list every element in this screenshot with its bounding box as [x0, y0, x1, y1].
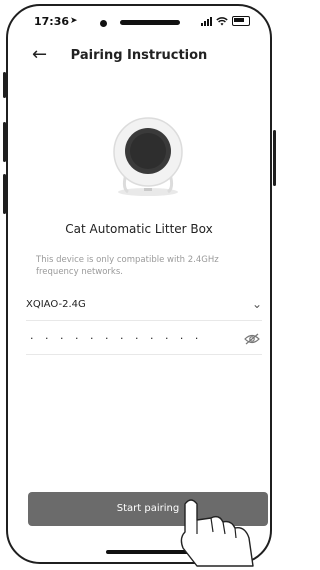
phone-mockup: 17:36 ➤ ← Pairing Instruction Cat Automa…: [0, 0, 280, 570]
password-masked-value: · · · · · · · · · · · ·: [30, 332, 203, 345]
wifi-icon: [216, 16, 228, 25]
front-camera: [100, 20, 107, 27]
status-bar: 17:36 ➤: [8, 6, 270, 38]
compatibility-hint: This device is only compatible with 2.4G…: [36, 255, 219, 277]
device-name: Cat Automatic Litter Box: [65, 222, 213, 236]
page-title: Pairing Instruction: [70, 48, 208, 63]
status-icons: [201, 16, 250, 26]
app-screen: 17:36 ➤ ← Pairing Instruction Cat Automa…: [8, 6, 270, 562]
status-time: 17:36: [34, 15, 70, 28]
tapping-hand-icon: [180, 499, 254, 567]
phone-frame: 17:36 ➤ ← Pairing Instruction Cat Automa…: [6, 4, 272, 564]
wifi-network-name: XQIAO-2.4G: [26, 299, 86, 310]
wifi-network-select[interactable]: XQIAO-2.4G ⌄: [26, 292, 262, 321]
location-arrow-icon: ➤: [70, 16, 78, 26]
cellular-signal-icon: [201, 16, 212, 26]
page-header: ← Pairing Instruction: [8, 44, 270, 70]
chevron-down-icon[interactable]: ⌄: [252, 297, 262, 311]
earpiece-speaker: [120, 20, 180, 25]
eye-off-icon[interactable]: [244, 333, 260, 345]
battery-icon: [232, 16, 250, 26]
litter-box-device-icon: [113, 117, 183, 196]
phone-power-button: [273, 130, 276, 186]
wifi-password-field[interactable]: · · · · · · · · · · · ·: [26, 326, 262, 355]
